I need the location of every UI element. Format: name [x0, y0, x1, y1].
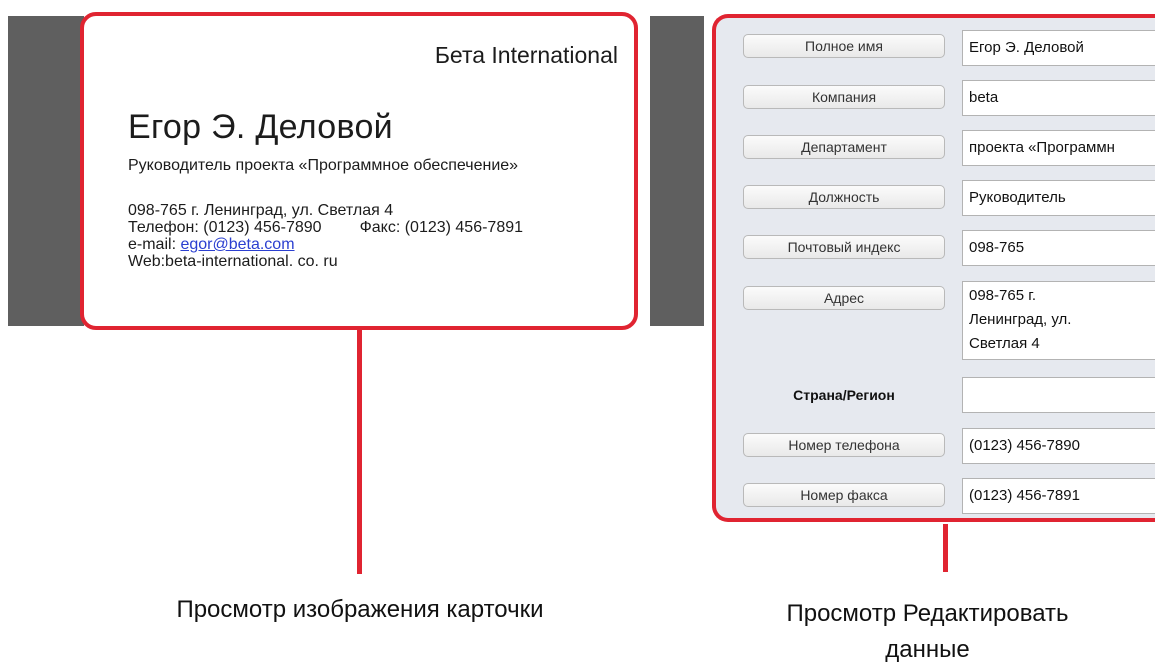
address-label-button[interactable]: Адрес [743, 286, 945, 310]
address-line-2: Ленинград, ул. [969, 311, 1072, 328]
country-region-label: Страна/Регион [793, 387, 895, 403]
postal-code-label-button[interactable]: Почтовый индекс [743, 235, 945, 259]
card-company: Бета International [434, 42, 618, 68]
edit-view-caption: Просмотр Редактировать данные [700, 596, 1155, 668]
edit-view-caption-line-1: Просмотр Редактировать [786, 600, 1069, 627]
card-contact-lines: 098-765 г. Ленинград, ул. Светлая 4 Теле… [128, 202, 523, 270]
job-title-label-button[interactable]: Должность [743, 185, 945, 209]
card-person-name: Егор Э. Деловой [128, 108, 393, 146]
business-card-image: Бета International Егор Э. Деловой Руков… [84, 16, 650, 326]
address-line-3: Светлая 4 [969, 335, 1040, 352]
card-address: 098-765 г. Ленинград, ул. Светлая 4 [128, 202, 394, 219]
card-image-area: Бета International Егор Э. Деловой Руков… [8, 16, 704, 326]
company-label-button[interactable]: Компания [743, 85, 945, 109]
postal-code-field[interactable]: 098-765 [962, 230, 1155, 266]
card-phone: Телефон: (0123) 456-7890 [128, 219, 322, 236]
card-view-caption: Просмотр изображения карточки [176, 596, 544, 623]
country-region-field[interactable] [962, 377, 1155, 413]
address-line-1: 098-765 г. [969, 287, 1037, 304]
fax-field[interactable]: (0123) 456-7891 [962, 478, 1155, 514]
card-email-row: e-mail: egor@beta.com [128, 236, 523, 253]
phone-label-button[interactable]: Номер телефона [743, 433, 945, 457]
department-label-button[interactable]: Департамент [743, 135, 945, 159]
full-name-label-button[interactable]: Полное имя [743, 34, 945, 58]
card-phone-fax-row: Телефон: (0123) 456-7890 Факс: (0123) 456… [128, 219, 523, 236]
card-job-title: Руководитель проекта «Программное обеспе… [128, 157, 519, 174]
card-email-link[interactable]: egor@beta.com [180, 236, 294, 253]
full-name-field[interactable]: Егор Э. Деловой [962, 30, 1155, 66]
phone-field[interactable]: (0123) 456-7890 [962, 428, 1155, 464]
job-title-field[interactable]: Руководитель [962, 180, 1155, 216]
card-web: Web:beta-international. co. ru [128, 253, 338, 270]
card-view-connector [357, 330, 362, 574]
fax-label-button[interactable]: Номер факса [743, 483, 945, 507]
card-email-label: e-mail: [128, 236, 181, 253]
company-field[interactable]: beta [962, 80, 1155, 116]
edit-data-panel: Полное имя Егор Э. Деловой Компания beta… [712, 14, 1155, 522]
edit-view-caption-line-2: данные [885, 636, 970, 663]
card-fax: Факс: (0123) 456-7891 [359, 219, 524, 236]
department-field[interactable]: проекта «Программн [962, 130, 1155, 166]
address-field[interactable]: 098-765 г. Ленинград, ул. Светлая 4 [962, 281, 1155, 360]
edit-view-connector [943, 524, 948, 572]
